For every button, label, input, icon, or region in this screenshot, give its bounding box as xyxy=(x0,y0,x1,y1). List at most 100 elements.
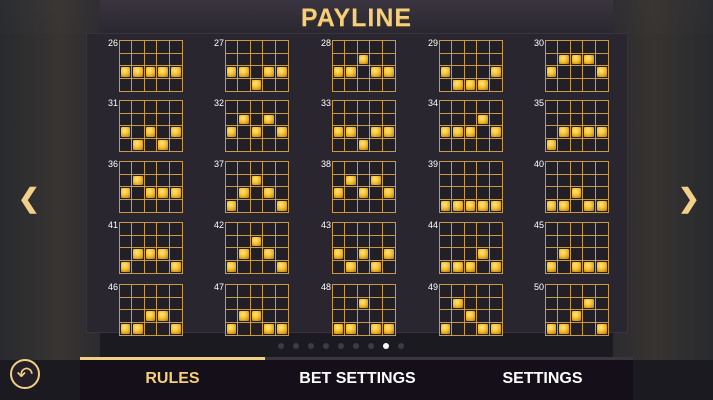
winning-symbol-cell xyxy=(357,248,371,261)
page-dot[interactable] xyxy=(293,343,299,349)
empty-cell xyxy=(157,162,170,175)
empty-cell xyxy=(238,285,251,298)
empty-cell xyxy=(263,78,276,91)
winning-symbol-cell xyxy=(490,261,502,274)
empty-cell xyxy=(558,101,571,114)
empty-cell xyxy=(464,162,478,175)
winning-symbol-cell xyxy=(238,66,251,79)
payline-item: 32 xyxy=(214,98,297,156)
empty-cell xyxy=(333,41,346,54)
winning-symbol-cell xyxy=(546,260,559,273)
chevron-right-icon[interactable]: ❯ xyxy=(678,183,700,214)
winning-symbol-cell xyxy=(452,199,465,212)
payline-number: 49 xyxy=(427,282,438,292)
empty-cell xyxy=(452,101,465,114)
empty-cell xyxy=(157,260,170,273)
empty-cell xyxy=(250,248,264,261)
empty-cell xyxy=(226,101,239,114)
empty-cell xyxy=(452,174,465,187)
page-dot[interactable] xyxy=(368,343,374,349)
winning-symbol-cell xyxy=(357,53,371,66)
winning-symbol-cell xyxy=(440,322,453,335)
empty-cell xyxy=(251,199,264,212)
empty-cell xyxy=(132,260,145,273)
page-dot[interactable] xyxy=(323,343,329,349)
page-dot[interactable] xyxy=(278,343,284,349)
empty-cell xyxy=(144,113,158,126)
winning-symbol-cell xyxy=(464,126,478,139)
back-arrow-icon[interactable]: ↶ xyxy=(10,359,40,389)
empty-cell xyxy=(477,310,490,323)
empty-cell xyxy=(120,113,133,126)
empty-cell xyxy=(238,199,251,212)
empty-cell xyxy=(157,199,170,212)
empty-cell xyxy=(157,235,170,248)
empty-cell xyxy=(477,162,490,175)
empty-cell xyxy=(263,126,276,139)
payline-item: 46 xyxy=(108,282,191,340)
empty-cell xyxy=(370,53,383,66)
winning-symbol-cell xyxy=(345,66,358,79)
empty-cell xyxy=(169,41,182,54)
page-dot[interactable] xyxy=(308,343,314,349)
page-dot[interactable] xyxy=(398,343,404,349)
empty-cell xyxy=(546,162,559,175)
empty-cell xyxy=(583,174,596,187)
winning-symbol-cell xyxy=(370,126,383,139)
payline-grid xyxy=(545,40,609,92)
winning-symbol-cell xyxy=(583,126,596,139)
empty-cell xyxy=(440,187,453,200)
winning-symbol-cell xyxy=(333,126,346,139)
empty-cell xyxy=(570,248,584,261)
winning-symbol-cell xyxy=(477,199,490,212)
winning-symbol-cell xyxy=(250,310,264,323)
payline-item: 33 xyxy=(321,98,404,156)
payline-number: 27 xyxy=(213,38,224,48)
empty-cell xyxy=(275,285,288,298)
winning-symbol-cell xyxy=(382,126,395,139)
winning-symbol-cell xyxy=(157,66,170,79)
tab-rules[interactable]: RULES xyxy=(130,370,215,388)
empty-cell xyxy=(345,162,358,175)
empty-cell xyxy=(345,285,358,298)
empty-cell xyxy=(546,78,559,91)
tab-settings[interactable]: SETTINGS xyxy=(485,370,600,388)
empty-cell xyxy=(583,248,596,261)
empty-cell xyxy=(595,298,608,310)
empty-cell xyxy=(275,162,288,175)
payline-number: 48 xyxy=(320,282,331,292)
winning-symbol-cell xyxy=(546,66,559,79)
empty-cell xyxy=(440,235,453,248)
page-dot-active[interactable] xyxy=(383,343,389,349)
empty-cell xyxy=(464,66,478,79)
payline-grid xyxy=(332,284,396,336)
winning-symbol-cell xyxy=(345,260,358,273)
empty-cell xyxy=(370,101,383,114)
empty-cell xyxy=(132,310,145,323)
winning-symbol-cell xyxy=(263,66,276,79)
winning-symbol-cell xyxy=(120,187,133,200)
empty-cell xyxy=(570,113,584,126)
empty-cell xyxy=(132,41,145,54)
empty-cell xyxy=(358,78,371,91)
empty-cell xyxy=(370,297,383,310)
winning-symbol-cell xyxy=(570,187,584,200)
chevron-left-icon[interactable]: ❮ xyxy=(18,183,40,214)
empty-cell xyxy=(169,310,182,323)
empty-cell xyxy=(440,310,453,323)
winning-symbol-cell xyxy=(275,66,288,79)
empty-cell xyxy=(440,101,453,114)
empty-cell xyxy=(250,113,264,126)
page-dot[interactable] xyxy=(338,343,344,349)
winning-symbol-cell xyxy=(465,260,478,273)
empty-cell xyxy=(226,113,239,126)
winning-symbol-cell xyxy=(144,248,158,261)
empty-cell xyxy=(157,53,170,66)
tab-bet-settings[interactable]: BET SETTINGS xyxy=(280,370,435,388)
payline-item: 41 xyxy=(108,220,191,278)
empty-cell xyxy=(251,260,264,273)
empty-cell xyxy=(333,297,346,310)
page-dot[interactable] xyxy=(353,343,359,349)
empty-cell xyxy=(382,223,395,236)
empty-cell xyxy=(382,114,395,126)
